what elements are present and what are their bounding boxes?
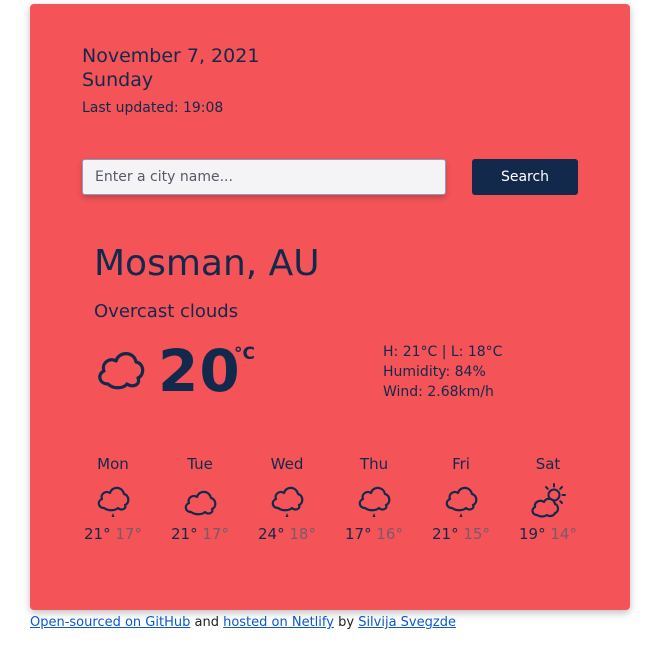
forecast-day-name: Tue [187,455,213,473]
current-date: November 7, 2021 [82,45,260,67]
forecast-day: Fri 21° 15° [418,452,504,544]
forecast-min: 16° [376,525,403,543]
cloud-icon [184,490,217,516]
forecast-day: Tue 21° 17° [157,452,243,544]
forecast-day-name: Fri [452,455,470,473]
partly-sunny-icon [531,483,566,518]
wind-speed: Wind: 2.68km/h [383,384,494,400]
forecast: Mon 21° 17° Tue 21° 17° Wed 24° 18° Thu [70,452,590,562]
current-day: Sunday [82,69,154,91]
forecast-day-name: Mon [97,455,129,473]
forecast-day: Wed 24° 18° [244,452,330,544]
github-link[interactable]: Open-sourced on GitHub [30,615,190,630]
last-updated: Last updated: 19:08 [82,100,224,116]
forecast-min: 18° [289,525,316,543]
humidity: Humidity: 84% [383,364,486,380]
rain-cloud-icon [358,486,391,517]
footer: Open-sourced on GitHub and hosted on Net… [30,614,456,632]
rain-cloud-icon [271,486,304,517]
temperature-unit: °C [234,344,255,364]
forecast-day: Sat 19° 14° [505,452,591,544]
high-low: H: 21°C | L: 18°C [383,344,503,360]
forecast-day: Thu 17° 16° [331,452,417,544]
footer-by-text: by [338,615,355,630]
netlify-link[interactable]: hosted on Netlify [223,615,334,630]
search-button[interactable]: Search [472,159,578,195]
current-temperature: 20 [158,337,241,405]
forecast-max: 21° [84,525,111,543]
forecast-day-name: Wed [270,455,304,473]
rain-cloud-icon [97,486,130,517]
forecast-min: 15° [463,525,490,543]
forecast-day: Mon 21° 17° [70,452,156,544]
forecast-max: 21° [171,525,198,543]
footer-and-text: and [194,615,219,630]
forecast-min: 17° [115,525,142,543]
city-name: Mosman, AU [94,243,320,284]
weather-card: November 7, 2021 Sunday Last updated: 19… [30,4,630,610]
city-search-input[interactable] [82,159,446,195]
author-link[interactable]: Silvija Svegzde [358,615,456,630]
forecast-day-name: Sat [535,455,561,473]
forecast-max: 24° [258,525,285,543]
forecast-max: 19° [519,525,546,543]
forecast-min: 14° [550,525,577,543]
forecast-max: 21° [432,525,459,543]
forecast-min: 17° [202,525,229,543]
forecast-day-name: Thu [359,455,389,473]
weather-description: Overcast clouds [94,301,239,322]
forecast-max: 17° [345,525,372,543]
cloud-icon [98,352,145,390]
weather-details: H: 21°C | L: 18°C Humidity: 84% Wind: 2.… [383,342,502,402]
rain-cloud-icon [445,486,478,517]
